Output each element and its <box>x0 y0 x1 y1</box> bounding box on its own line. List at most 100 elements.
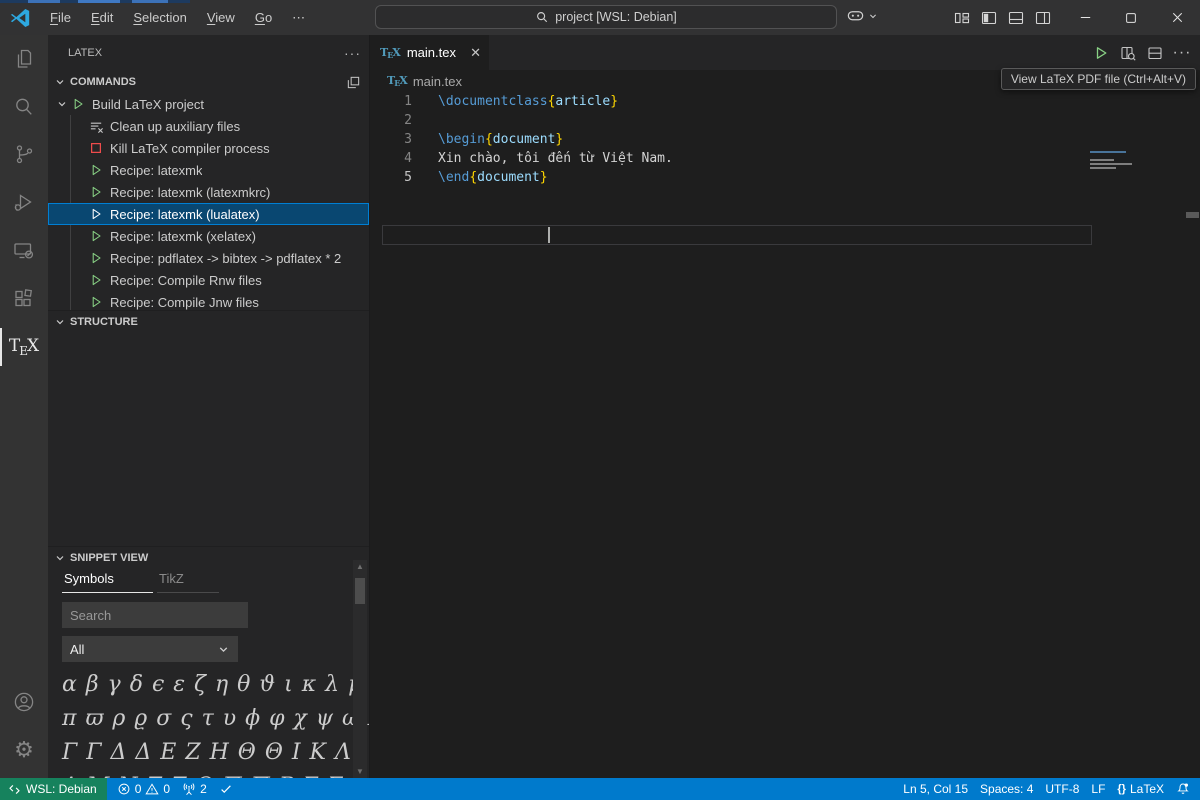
activity-bar: TEX ⚙ <box>0 35 48 778</box>
bell-icon <box>1176 782 1190 796</box>
tree-item[interactable]: Recipe: Compile Rnw files <box>48 269 369 291</box>
tree-item[interactable]: Kill LaTeX compiler process <box>48 137 369 159</box>
code-editor[interactable]: 1\documentclass{article}23\begin{documen… <box>370 92 1200 778</box>
warning-icon <box>145 782 159 796</box>
menu-[interactable]: ⋯ <box>283 6 314 30</box>
close-button[interactable] <box>1154 0 1200 35</box>
tab-tikz[interactable]: TikZ <box>157 568 219 593</box>
activity-run-debug-icon[interactable] <box>0 179 48 227</box>
build-latex-icon[interactable] <box>1091 43 1111 63</box>
tree-item-label: Recipe: latexmk (lualatex) <box>110 207 260 222</box>
symbol-row[interactable]: α β γ δ ϵ ε ζ η θ ϑ ι κ λ μ ν ξ ο <box>62 668 345 702</box>
code-line: 2 <box>370 111 1200 130</box>
cursor-position[interactable]: Ln 5, Col 15 <box>897 778 974 800</box>
scroll-up-icon[interactable]: ▲ <box>353 562 367 571</box>
tree-item-label: Recipe: latexmk <box>110 163 202 178</box>
snippet-view-section-header[interactable]: SNIPPET VIEW <box>48 546 369 568</box>
command-center-search[interactable]: project [WSL: Debian] <box>375 5 837 29</box>
ports-indicator[interactable]: 2 <box>176 778 213 800</box>
language-label: LaTeX <box>1130 782 1164 796</box>
encoding-setting[interactable]: UTF-8 <box>1039 778 1085 800</box>
view-latex-pdf-icon[interactable] <box>1118 43 1138 63</box>
tree-item[interactable]: Recipe: Compile Jnw files <box>48 291 369 310</box>
activity-accounts-icon[interactable] <box>0 678 48 726</box>
symbol-row[interactable]: π ϖ ρ ϱ σ ς τ υ ϕ φ χ ψ ω A B <box>62 702 345 736</box>
activity-source-control-icon[interactable] <box>0 131 48 179</box>
symbols-search-input[interactable] <box>62 602 248 628</box>
status-bar: WSL: Debian 0 0 2 Ln 5, Col 15 Spaces: 4… <box>0 778 1200 800</box>
play-icon <box>88 228 104 244</box>
line-number: 2 <box>370 111 412 130</box>
close-tab-icon[interactable]: ✕ <box>470 45 481 61</box>
collapse-all-icon[interactable] <box>346 75 361 90</box>
kill-icon <box>88 140 104 156</box>
problems-indicator[interactable]: 0 0 <box>111 778 176 800</box>
play-icon <box>88 184 104 200</box>
tree-item[interactable]: Build LaTeX project <box>48 93 369 115</box>
symbol-row[interactable]: Λ M N Ξ Ξ O Π Π P Σ Σ <box>62 770 345 778</box>
tree-item-label: Clean up auxiliary files <box>110 119 240 134</box>
error-count: 0 <box>135 782 142 796</box>
remote-icon <box>8 783 21 796</box>
toggle-sidebar-icon[interactable] <box>981 10 997 26</box>
scroll-down-icon[interactable]: ▼ <box>353 767 367 776</box>
tree-item[interactable]: Clean up auxiliary files <box>48 115 369 137</box>
symbols-grid: α β γ δ ϵ ε ζ η θ ϑ ι κ λ μ ν ξ οπ ϖ ρ ϱ… <box>62 668 345 778</box>
symbols-category-select[interactable]: All <box>62 636 238 662</box>
menu-edit[interactable]: Edit <box>82 6 122 29</box>
copilot-icon <box>846 6 865 25</box>
menu-view[interactable]: View <box>198 6 244 29</box>
tree-item-label: Recipe: Compile Rnw files <box>110 273 262 288</box>
error-icon <box>117 782 131 796</box>
tree-item[interactable]: Recipe: latexmk (lualatex) <box>48 203 369 225</box>
menu-selection[interactable]: Selection <box>124 6 195 29</box>
tree-item[interactable]: Recipe: latexmk <box>48 159 369 181</box>
tree-item-label: Build LaTeX project <box>92 97 204 112</box>
line-number: 3 <box>370 130 412 149</box>
activity-explorer-icon[interactable] <box>0 35 48 83</box>
editor-group: TEX main.tex ✕ ··· View LaTeX PDF file (… <box>370 35 1200 778</box>
clean-icon <box>88 118 104 134</box>
activity-remote-explorer-icon[interactable] <box>0 227 48 275</box>
copilot-menu-button[interactable] <box>846 6 879 25</box>
menu-file[interactable]: File <box>41 6 80 29</box>
editor-tab-bar: TEX main.tex ✕ <box>370 35 1200 70</box>
notifications-bell[interactable] <box>1170 778 1196 800</box>
tree-item-label: Recipe: latexmk (latexmkrc) <box>110 185 270 200</box>
minimap[interactable] <box>1090 151 1140 171</box>
toggle-panel-icon[interactable] <box>1008 10 1024 26</box>
tree-item[interactable]: Recipe: latexmk (latexmkrc) <box>48 181 369 203</box>
toggle-secondary-sidebar-icon[interactable] <box>1035 10 1051 26</box>
remote-indicator[interactable]: WSL: Debian <box>0 778 107 800</box>
split-editor-icon[interactable] <box>1145 43 1165 63</box>
snippet-view-section-label: SNIPPET VIEW <box>70 552 148 564</box>
tree-item[interactable]: Recipe: latexmk (xelatex) <box>48 225 369 247</box>
remote-label: WSL: Debian <box>26 782 97 796</box>
eol-setting[interactable]: LF <box>1085 778 1111 800</box>
latex-build-status[interactable] <box>213 778 239 800</box>
braces-icon: {} <box>1117 783 1126 795</box>
structure-section-header[interactable]: STRUCTURE <box>48 310 369 332</box>
symbol-row[interactable]: Γ Γ Δ Δ E Z H Θ Θ I K Λ <box>62 736 345 770</box>
activity-extensions-icon[interactable] <box>0 275 48 323</box>
maximize-button[interactable] <box>1108 0 1154 35</box>
tab-symbols[interactable]: Symbols <box>62 568 153 593</box>
activity-latex-workshop-icon[interactable]: TEX <box>0 323 48 371</box>
tree-item[interactable]: Recipe: pdflatex -> bibtex -> pdflatex *… <box>48 247 369 269</box>
scrollbar-thumb[interactable] <box>355 578 365 604</box>
latex-sidebar: LATEX ··· COMMANDS Build LaTeX projectCl… <box>48 35 370 778</box>
overview-ruler-mark <box>1186 212 1199 218</box>
commands-section-header[interactable]: COMMANDS <box>48 71 369 93</box>
sidebar-more-actions-icon[interactable]: ··· <box>344 45 361 61</box>
tab-main-tex[interactable]: TEX main.tex ✕ <box>370 35 490 70</box>
command-center-text: project [WSL: Debian] <box>555 10 677 24</box>
indentation-setting[interactable]: Spaces: 4 <box>974 778 1039 800</box>
minimize-button[interactable] <box>1062 0 1108 35</box>
activity-search-icon[interactable] <box>0 83 48 131</box>
snippet-scrollbar[interactable]: ▲ ▼ <box>353 560 367 778</box>
language-mode[interactable]: {} LaTeX <box>1111 778 1170 800</box>
activity-settings-icon[interactable]: ⚙ <box>0 726 48 774</box>
menu-go[interactable]: Go <box>246 6 281 29</box>
customize-layout-icon[interactable] <box>954 10 970 26</box>
more-actions-icon[interactable]: ··· <box>1172 43 1192 63</box>
